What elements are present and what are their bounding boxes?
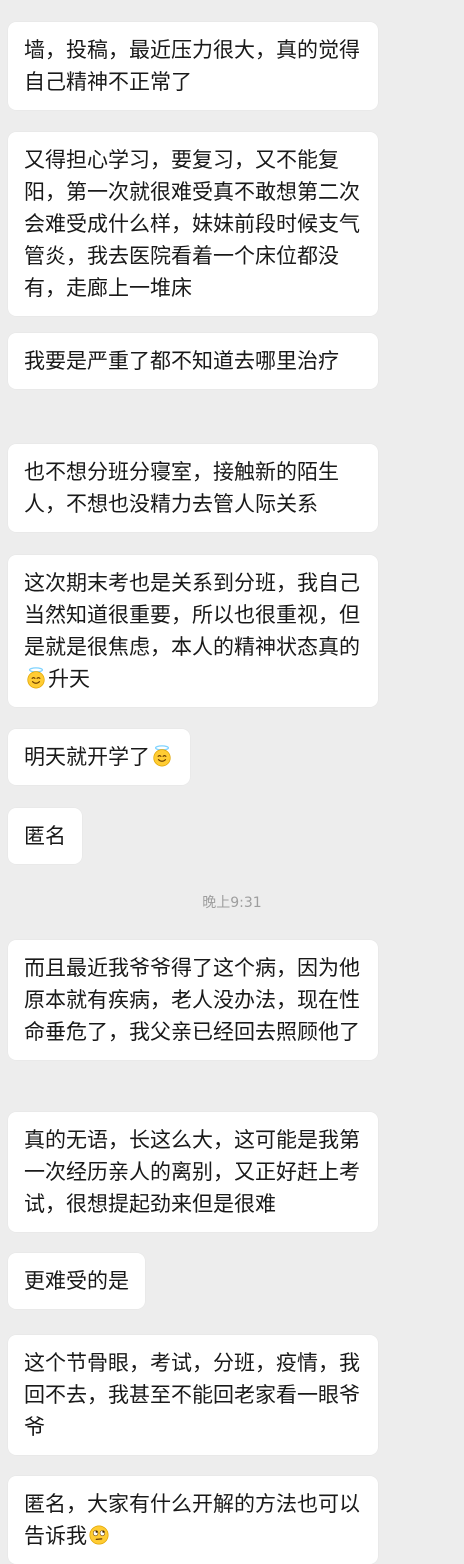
message-text: 这个节骨眼，考试，分班，疫情，我回不去，我甚至不能回老家看一眼爷爷 [24,1351,360,1439]
message-bubble[interactable]: 匿名 [8,808,82,864]
message-text: 墙，投稿，最近压力很大，真的觉得自己精神不正常了 [24,38,360,94]
message-bubble[interactable]: 也不想分班分寝室，接触新的陌生人，不想也没精力去管人际关系 [8,444,378,532]
message-timestamp: 晚上9:31 [202,895,262,911]
message-bubble[interactable]: 墙，投稿，最近压力很大，真的觉得自己精神不正常了 [8,22,378,110]
message-text: 真的无语，长这么大，这可能是我第一次经历亲人的离别，又正好赶上考试，很想提起劲来… [24,1128,360,1216]
message-text: 而且最近我爷爷得了这个病，因为他原本就有疾病，老人没办法，现在性命垂危了，我父亲… [24,956,360,1044]
message-bubble[interactable]: 匿名，大家有什么开解的方法也可以告诉我 [8,1476,378,1564]
message-bubble[interactable]: 这个节骨眼，考试，分班，疫情，我回不去，我甚至不能回老家看一眼爷爷 [8,1335,378,1455]
message-text: 更难受的是 [24,1269,129,1293]
smiling-face-with-halo-icon [27,667,45,689]
message-text: 匿名 [24,824,66,848]
message-bubble[interactable]: 又得担心学习，要复习，又不能复阳，第一次就很难受真不敢想第二次会难受成什么样，妹… [8,132,378,316]
chat-message-list[interactable]: 墙，投稿，最近压力很大，真的觉得自己精神不正常了 又得担心学习，要复习，又不能复… [0,0,464,1564]
message-bubble[interactable]: 明天就开学了 [8,729,190,785]
message-bubble[interactable]: 而且最近我爷爷得了这个病，因为他原本就有疾病，老人没办法，现在性命垂危了，我父亲… [8,940,378,1060]
message-bubble[interactable]: 真的无语，长这么大，这可能是我第一次经历亲人的离别，又正好赶上考试，很想提起劲来… [8,1112,378,1232]
message-text: 又得担心学习，要复习，又不能复阳，第一次就很难受真不敢想第二次会难受成什么样，妹… [24,148,360,300]
message-text-before-emoji: 这次期末考也是关系到分班，我自己当然知道很重要，所以也很重视，但是就是很焦虑，本… [24,571,360,659]
message-text-before-emoji: 明天就开学了 [24,745,150,769]
message-bubble[interactable]: 这次期末考也是关系到分班，我自己当然知道很重要，所以也很重视，但是就是很焦虑，本… [8,555,378,707]
message-text-after-emoji: 升天 [48,667,90,691]
message-text: 我要是严重了都不知道去哪里治疗 [24,349,339,373]
message-bubble[interactable]: 更难受的是 [8,1253,145,1309]
message-bubble[interactable]: 我要是严重了都不知道去哪里治疗 [8,333,378,389]
face-with-rolling-eyes-icon [89,1525,109,1545]
message-text-before-emoji: 匿名，大家有什么开解的方法也可以告诉我 [24,1492,360,1548]
message-text: 也不想分班分寝室，接触新的陌生人，不想也没精力去管人际关系 [24,460,339,516]
smiling-face-with-halo-icon [153,745,171,767]
